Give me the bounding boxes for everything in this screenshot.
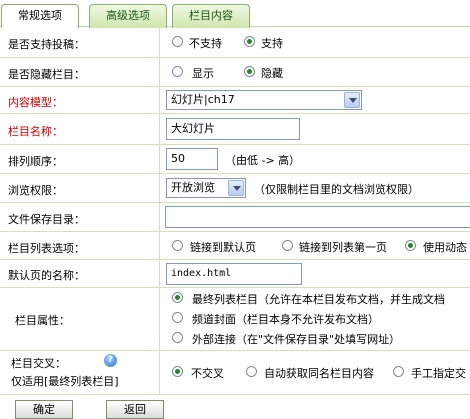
row-save-dir: 文件保存目录： [0,203,470,232]
sort-order-label: 排列顺序： [8,155,63,168]
content-model-label: 内容模型： [8,96,63,109]
browse-permission-value: 开放浏览 [171,181,215,194]
browse-permission-label: 浏览权限： [8,184,63,197]
row-allow-submit: 是否支持投稿： 不支持 支持 [0,27,470,58]
back-button[interactable]: 返回 [106,400,164,419]
radio-allow-submit-label: 支持 [261,37,283,50]
tab-bar: 常规选项 高级选项 栏目内容 [0,0,470,28]
radio-external-link-label: 外部连接（在"文件保存目录"处填写网址） [192,333,401,346]
tab-advanced[interactable]: 高级选项 [89,4,167,28]
chevron-down-icon [344,92,360,108]
row-default-page: 默认页的名称： index.html [0,260,470,288]
radio-channel-cover[interactable] [172,312,183,323]
radio-link-list-first[interactable] [282,240,293,251]
tab-general[interactable]: 常规选项 [1,4,79,28]
radio-allow-submit[interactable] [244,36,255,47]
row-hide-column: 是否隐藏栏目： 显示 隐藏 [0,58,470,87]
sort-order-hint: （由低 -> 高） [225,154,301,167]
radio-link-default-page-label: 链接到默认页 [190,241,256,254]
radio-use-dynamic-label: 使用动态 [423,241,467,254]
default-page-input[interactable]: index.html [166,263,302,285]
save-dir-label: 文件保存目录： [8,213,85,226]
chevron-down-icon [228,180,244,196]
radio-use-dynamic[interactable] [405,240,416,251]
hide-column-label: 是否隐藏栏目： [8,68,85,81]
radio-no-submit-label: 不支持 [189,37,222,50]
radio-final-list-label: 最终列表栏目（允许在本栏目发布文档，并生成文档 [192,293,445,306]
radio-hide-label: 隐藏 [261,67,283,80]
radio-final-list[interactable] [172,292,183,303]
radio-no-submit[interactable] [172,36,183,47]
radio-auto-cross[interactable] [246,366,257,377]
browse-permission-hint: （仅限制栏目里的文档浏览权限） [254,183,419,196]
radio-external-link[interactable] [172,332,183,343]
cross-column-label: 栏目交叉： [11,357,66,370]
radio-show[interactable] [172,66,183,77]
radio-manual-cross-label: 手工指定交 [411,367,466,380]
footer-actions: 确定 返回 [0,397,470,419]
row-column-attr: 栏目属性： 最终列表栏目（允许在本栏目发布文档，并生成文档 频道封面（栏目本身不… [0,288,470,351]
radio-link-list-first-label: 链接到列表第一页 [299,241,387,254]
row-browse-permission: 浏览权限： 开放浏览 （仅限制栏目里的文档浏览权限） [0,174,470,203]
row-column-name: 栏目名称： 大幻灯片 [0,114,470,145]
radio-no-cross-label: 不交叉 [191,367,224,380]
row-sort-order: 排列顺序： 50 （由低 -> 高） [0,145,470,174]
column-attr-label: 栏目属性： [15,314,70,327]
row-cross-column: 栏目交叉： ? 仅适用[最终列表栏目] 不交叉 自动获取同名栏目内容 手工指定交 [0,351,470,395]
allow-submit-label: 是否支持投稿： [8,38,85,51]
radio-channel-cover-label: 频道封面（栏目本身不允许发布文档） [192,313,379,326]
content-model-select[interactable]: 幻灯片|ch17 [166,90,362,110]
column-name-label: 栏目名称： [8,125,63,138]
column-name-input[interactable]: 大幻灯片 [166,118,300,140]
default-page-label: 默认页的名称： [8,269,85,282]
save-dir-input[interactable] [165,206,470,228]
help-icon[interactable]: ? [104,354,117,367]
radio-auto-cross-label: 自动获取同名栏目内容 [264,367,374,380]
radio-hide[interactable] [244,66,255,77]
radio-link-default-page[interactable] [172,240,183,251]
confirm-button[interactable]: 确定 [15,400,73,419]
list-option-label: 栏目列表选项： [8,242,85,255]
radio-manual-cross[interactable] [393,366,404,377]
radio-no-cross[interactable] [172,366,183,377]
radio-show-label: 显示 [192,67,214,80]
row-list-option: 栏目列表选项： 链接到默认页 链接到列表第一页 使用动态 [0,232,470,260]
browse-permission-select[interactable]: 开放浏览 [166,178,246,198]
tab-column-content[interactable]: 栏目内容 [172,4,250,28]
cross-column-sublabel: 仅适用[最终列表栏目] [11,375,119,388]
content-model-value: 幻灯片|ch17 [171,93,235,106]
sort-order-input[interactable]: 50 [166,148,218,170]
row-content-model: 内容模型： 幻灯片|ch17 [0,87,470,114]
